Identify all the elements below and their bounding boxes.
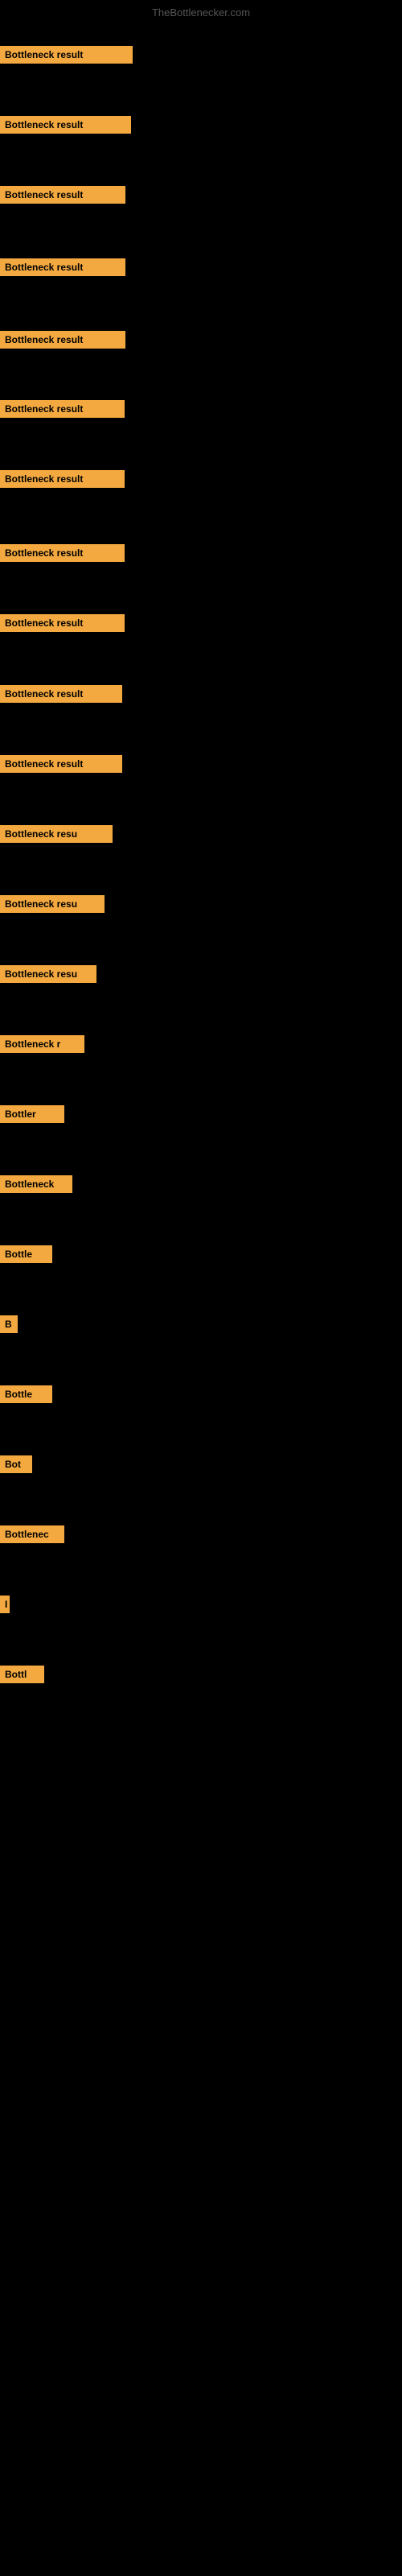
bottleneck-badge-5: Bottleneck result — [0, 331, 125, 349]
bottleneck-badge-1: Bottleneck result — [0, 46, 133, 64]
bottleneck-badge-15: Bottleneck r — [0, 1035, 84, 1053]
bottleneck-badge-2: Bottleneck result — [0, 116, 131, 134]
bottleneck-badge-7: Bottleneck result — [0, 470, 125, 488]
bottleneck-badge-19: B — [0, 1315, 18, 1333]
bottleneck-badge-13: Bottleneck resu — [0, 895, 105, 913]
bottleneck-badge-8: Bottleneck result — [0, 544, 125, 562]
bottleneck-badge-9: Bottleneck result — [0, 614, 125, 632]
bottleneck-badge-16: Bottler — [0, 1105, 64, 1123]
bottleneck-badge-11: Bottleneck result — [0, 755, 122, 773]
bottleneck-badge-22: Bottlenec — [0, 1525, 64, 1543]
bottleneck-badge-10: Bottleneck result — [0, 685, 122, 703]
bottleneck-badge-14: Bottleneck resu — [0, 965, 96, 983]
bottleneck-badge-12: Bottleneck resu — [0, 825, 113, 843]
bottleneck-badge-4: Bottleneck result — [0, 258, 125, 276]
bottleneck-badge-3: Bottleneck result — [0, 186, 125, 204]
bottleneck-badge-6: Bottleneck result — [0, 400, 125, 418]
site-title: TheBottlenecker.com — [0, 6, 402, 19]
bottleneck-badge-24: Bottl — [0, 1666, 44, 1683]
bottleneck-badge-20: Bottle — [0, 1385, 52, 1403]
bottleneck-badge-21: Bot — [0, 1455, 32, 1473]
bottleneck-badge-18: Bottle — [0, 1245, 52, 1263]
bottleneck-badge-17: Bottleneck — [0, 1175, 72, 1193]
bottleneck-badge-23: I — [0, 1596, 10, 1613]
